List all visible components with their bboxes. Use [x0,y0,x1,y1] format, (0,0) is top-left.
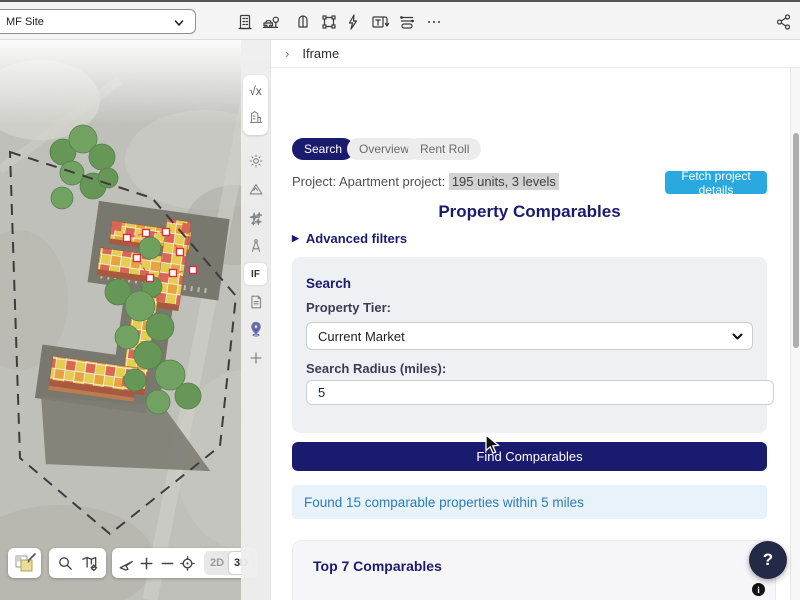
site-selector-dropdown[interactable]: MF Site [0,9,196,34]
site-selector-value: MF Site [6,16,44,28]
car-and-tree-tool-icon[interactable] [261,12,281,32]
side-toolbar: √x IF [241,40,270,600]
section-levels-tool-icon[interactable] [397,12,417,32]
zoom-in-button[interactable] [137,551,158,575]
pointer-icon [117,554,136,573]
tab-search[interactable]: Search [292,138,354,160]
collapse-chevron-icon[interactable]: › [285,46,289,61]
divider [45,554,46,572]
search-icon [56,554,75,573]
share-icon[interactable] [774,12,794,32]
fetch-project-details-button[interactable]: Fetch project details [665,171,767,194]
search-radius-label: Search Radius (miles): [306,361,446,376]
sun-icon[interactable] [244,150,267,172]
app-window: MF Site [0,0,800,600]
map-nav-group: 2D 3D [112,548,258,578]
extrude-dome-tool-icon[interactable] [293,12,313,32]
project-highlight: 195 units, 3 levels [449,173,559,190]
pointer-tool-button[interactable] [116,551,137,575]
expand-arrow-icon: ▶ [292,233,299,244]
lightning-tool-icon[interactable] [343,12,363,32]
location-pin-icon[interactable] [244,318,267,340]
comparables-heading: Top 7 Comparables [313,558,442,574]
polygon-select-tool-icon[interactable] [319,12,339,32]
property-tier-select[interactable]: Current Market [306,322,753,350]
zoom-out-icon [158,554,177,573]
more-options-icon[interactable] [424,12,444,32]
text-annotation-tool-icon[interactable] [370,12,390,32]
result-message-box: Found 15 comparable properties within 5 … [292,485,767,519]
advanced-filters-toggle[interactable]: ▶ Advanced filters [292,231,407,246]
iframe-panel: › Iframe Search Overview Rent Roll Proje… [270,40,800,600]
draw-layers-icon [12,551,38,575]
panel-title: Iframe [302,46,339,61]
comparables-section: Top 7 Comparables [292,540,776,600]
zoom-in-icon [137,554,156,573]
map-search-button[interactable] [53,551,77,575]
help-button[interactable]: ? [749,541,787,579]
map-settings-icon [80,554,99,573]
project-summary: Project: Apartment project: 195 units, 3… [292,174,559,189]
search-section-heading: Search [306,276,351,291]
chevron-down-icon [173,17,185,32]
map-viewport[interactable]: 2D 3D [0,40,270,600]
terrain-icon[interactable] [244,178,267,200]
zoom-out-button[interactable] [157,551,178,575]
scrollbar-thumb[interactable] [793,133,799,348]
map-search-group [49,548,106,578]
map-settings-button[interactable] [78,551,102,575]
search-radius-input[interactable] [306,380,774,405]
locate-button[interactable] [178,551,199,575]
tab-rent-roll[interactable]: Rent Roll [408,138,481,160]
building-tool-icon[interactable] [235,12,255,32]
ai-sparkles-icon[interactable] [244,207,267,229]
find-comparables-button[interactable]: Find Comparables [292,442,767,471]
iframe-rail-item[interactable]: IF [244,263,267,285]
page-title: Property Comparables [292,202,767,222]
map-canvas [0,40,270,600]
info-icon[interactable]: i [752,583,765,596]
formula-icon[interactable]: √x [244,80,267,102]
locate-icon [178,554,197,573]
building-rail-icon[interactable] [244,106,267,128]
draw-layers-button[interactable] [8,548,41,578]
add-icon[interactable] [244,347,267,369]
top-toolbar: MF Site [0,0,800,40]
panel-header: › Iframe [271,40,800,68]
property-tier-label: Property Tier: [306,300,391,315]
document-icon[interactable] [244,291,267,313]
result-message: Found 15 comparable properties within 5 … [304,495,584,510]
mode-2d-button[interactable]: 2D [205,552,229,574]
scrollbar-track[interactable] [790,68,800,600]
drafting-compass-icon[interactable] [244,235,267,257]
